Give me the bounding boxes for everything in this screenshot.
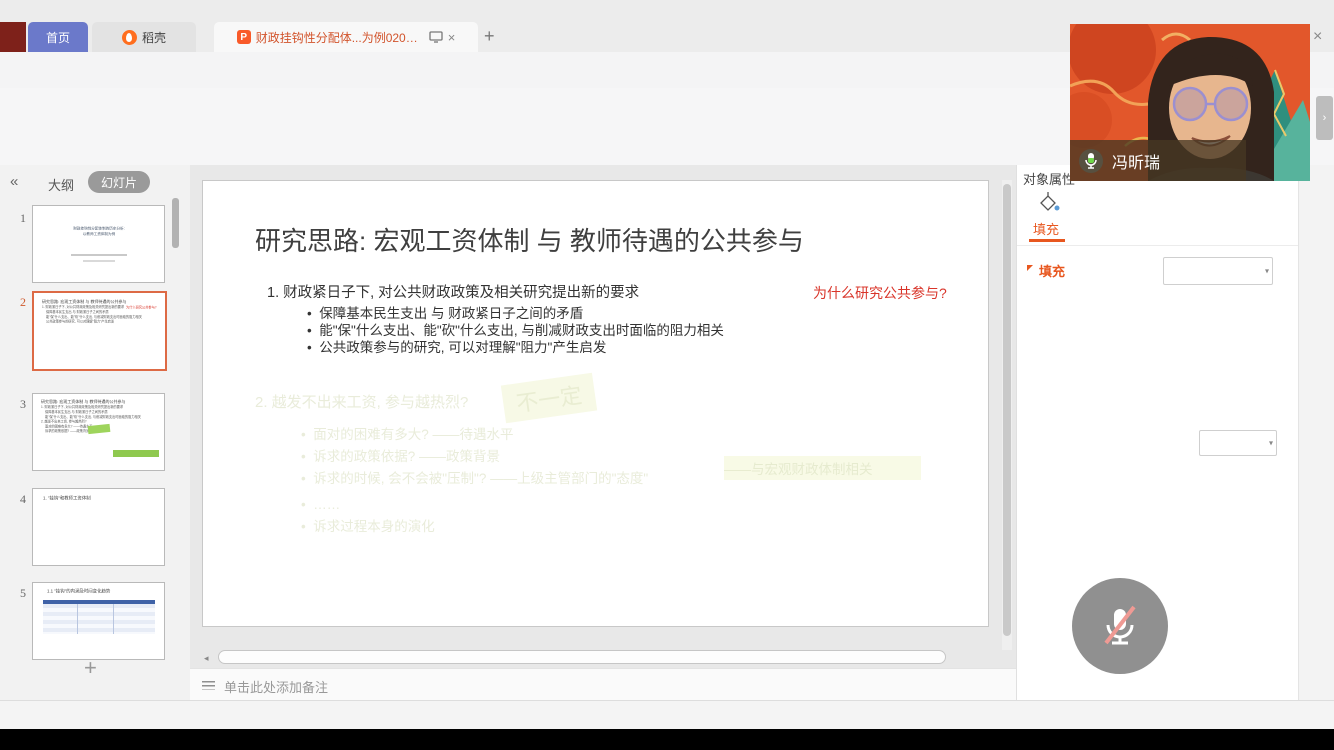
document-title: 财政挂钩性分配体...为例0205v1 xyxy=(256,29,424,46)
mic-muted-icon xyxy=(1097,603,1143,649)
tab-outline[interactable]: 大纲 xyxy=(48,175,74,194)
ghost-bullet-3: • 诉求的时候, 会不会被"压制"? ——上级主管部门的"态度" xyxy=(301,467,648,487)
mic-live-icon xyxy=(1078,148,1104,174)
hscroll-left-arrow-icon[interactable]: ◂ xyxy=(204,653,209,664)
horizontal-scrollbar-thumb[interactable] xyxy=(218,650,946,664)
thumb3-green-highlight xyxy=(113,450,159,457)
right-toolbar-strip: ☆ ? ○○○ xyxy=(1298,165,1334,700)
add-slide-button[interactable]: + xyxy=(84,655,97,681)
section-collapse-icon[interactable] xyxy=(1027,265,1033,271)
current-slide[interactable]: 研究思路: 宏观工资体制 与 教师待遇的公共参与 1. 财政紧日子下, 对公共财… xyxy=(202,180,989,627)
slide-number-2: 2 xyxy=(10,295,26,310)
slide-point-1[interactable]: 1. 财政紧日子下, 对公共财政政策及相关研究提出新的要求 xyxy=(267,281,639,302)
new-tab-button[interactable]: + xyxy=(484,26,495,47)
slide-thumbnail-3[interactable]: 研究思路: 宏观工资体制 与 教师待遇的公共参与 1. 财政紧日子下, 对公共财… xyxy=(32,393,165,471)
slide-number-4: 4 xyxy=(10,492,26,507)
slide-number-1: 1 xyxy=(10,211,26,226)
tab-document[interactable]: P 财政挂钩性分配体...为例0205v1 × xyxy=(214,22,478,52)
wps-logo[interactable] xyxy=(0,22,26,52)
thumb4-title: 1. "挂钩"和教师工资体制 xyxy=(43,495,165,502)
slide-canvas: 研究思路: 宏观工资体制 与 教师待遇的公共参与 1. 财政紧日子下, 对公共财… xyxy=(190,165,1016,668)
ghost-bullet-5: • 诉求过程本身的演化 xyxy=(301,515,435,535)
window-close-icon[interactable]: × xyxy=(1313,28,1322,46)
microphone-muted-button[interactable] xyxy=(1072,578,1168,674)
webcam-name-tag: 冯昕瑞 xyxy=(1070,140,1246,181)
webcam-expand-handle[interactable]: › xyxy=(1316,96,1333,140)
slide-thumbnail-4[interactable]: 1. "挂钩"和教师工资体制 xyxy=(32,488,165,566)
fill-style-select[interactable]: ▾ xyxy=(1163,257,1273,285)
slide-bullet-3[interactable]: • 公共政策参与的研究, 可以对理解"阻力"产生启发 xyxy=(307,336,606,356)
thumb5-table-line xyxy=(113,604,114,634)
panel-scrollbar[interactable] xyxy=(172,198,179,248)
thumb1-meta-line xyxy=(71,254,127,256)
fill-bucket-icon xyxy=(1035,191,1061,215)
slide-thumbnail-1[interactable]: 财政挂钩性分配体制的历史分析: 以教师工资体制为例 xyxy=(32,205,165,283)
tab-fill[interactable]: 填充 xyxy=(1033,219,1059,238)
thumb2-red-note: 为什么研究公共参与? xyxy=(126,306,157,310)
app-background: 首页 稻壳 P 财政挂钩性分配体...为例0205v1 × + ☰ 文件 ▾ ▾… xyxy=(0,0,1334,729)
tab-docer-label: 稻壳 xyxy=(142,29,166,46)
fill-section-label: 填充 xyxy=(1039,261,1065,280)
notes-icon xyxy=(202,677,215,695)
slide-red-note[interactable]: 为什么研究公共参与? xyxy=(813,283,947,303)
status-bar: 幻灯片 2 / 72 Office 主题 备注 ▾ 批注 ▾ 58% ▾ − +… xyxy=(0,700,1334,730)
tab-slides[interactable]: 幻灯片 xyxy=(88,171,150,193)
slide-title[interactable]: 研究思路: 宏观工资体制 与 教师待遇的公共参与 xyxy=(255,221,804,258)
tab-home-label: 首页 xyxy=(46,29,70,46)
thumb1-meta-line xyxy=(83,260,115,262)
screen-share-icon[interactable] xyxy=(429,31,443,43)
slide-thumbnail-2-selected[interactable]: 研究思路: 宏观工资体制 与 教师待遇的公共参与 1. 财政紧日子下, 对公共财… xyxy=(32,291,167,371)
ghost-bullet-2: • 诉求的政策依据? ——政策背景 xyxy=(301,445,500,465)
slide-thumbnail-5[interactable]: 1.1 "挂钩"的内涵及时间变化趋势 xyxy=(32,582,165,660)
thumb2-line: 公共政策参与的研究, 可以对理解"阻力"产生启发 xyxy=(42,319,167,324)
close-tab-icon[interactable]: × xyxy=(448,30,456,45)
tab-fill-underline xyxy=(1029,239,1065,242)
thumb5-table-body xyxy=(43,604,155,634)
divider xyxy=(1017,245,1299,246)
presentation-icon: P xyxy=(237,30,251,44)
collapse-panel-icon[interactable]: « xyxy=(10,173,18,190)
vertical-scrollbar-thumb[interactable] xyxy=(1003,184,1011,636)
tab-docer[interactable]: 稻壳 xyxy=(92,22,196,52)
letterbox-bar xyxy=(0,729,1334,750)
ghost-bullet-4: • …… xyxy=(301,497,340,512)
slide-panel: « 大纲 幻灯片 1 财政挂钩性分配体制的历史分析: 以教师工资体制为例 2 研… xyxy=(0,165,191,700)
thumb5-title: 1.1 "挂钩"的内涵及时间变化趋势 xyxy=(47,588,165,595)
slide-number-5: 5 xyxy=(10,586,26,601)
notes-placeholder[interactable]: 单击此处添加备注 xyxy=(224,677,328,696)
webcam-user-name: 冯昕瑞 xyxy=(1112,149,1160,173)
wps-presentation-window: 首页 稻壳 P 财政挂钩性分配体...为例0205v1 × + ☰ 文件 ▾ ▾… xyxy=(0,0,1334,750)
tab-home[interactable]: 首页 xyxy=(28,22,88,52)
webcam-overlay[interactable]: 冯昕瑞 xyxy=(1070,24,1310,181)
notes-bar[interactable]: 单击此处添加备注 xyxy=(190,668,1016,701)
docer-icon xyxy=(122,30,137,45)
panel-title: 对象属性 xyxy=(1023,169,1075,188)
thumb5-table-line xyxy=(77,604,78,634)
ghost-tag-not-necessarily: 不一定 xyxy=(501,373,597,423)
ghost-bullet-1: • 面对的困难有多大? ——待遇水平 xyxy=(301,423,514,443)
ghost-highlight: ——与宏观财政体制相关 xyxy=(724,456,921,480)
color-select[interactable]: ▾ xyxy=(1199,430,1277,456)
ghost-point-2: 2. 越发不出来工资, 参与越热烈? xyxy=(255,391,468,412)
thumb1-title-line2: 以教师工资体制为例 xyxy=(41,231,157,236)
slide-number-3: 3 xyxy=(10,397,26,412)
